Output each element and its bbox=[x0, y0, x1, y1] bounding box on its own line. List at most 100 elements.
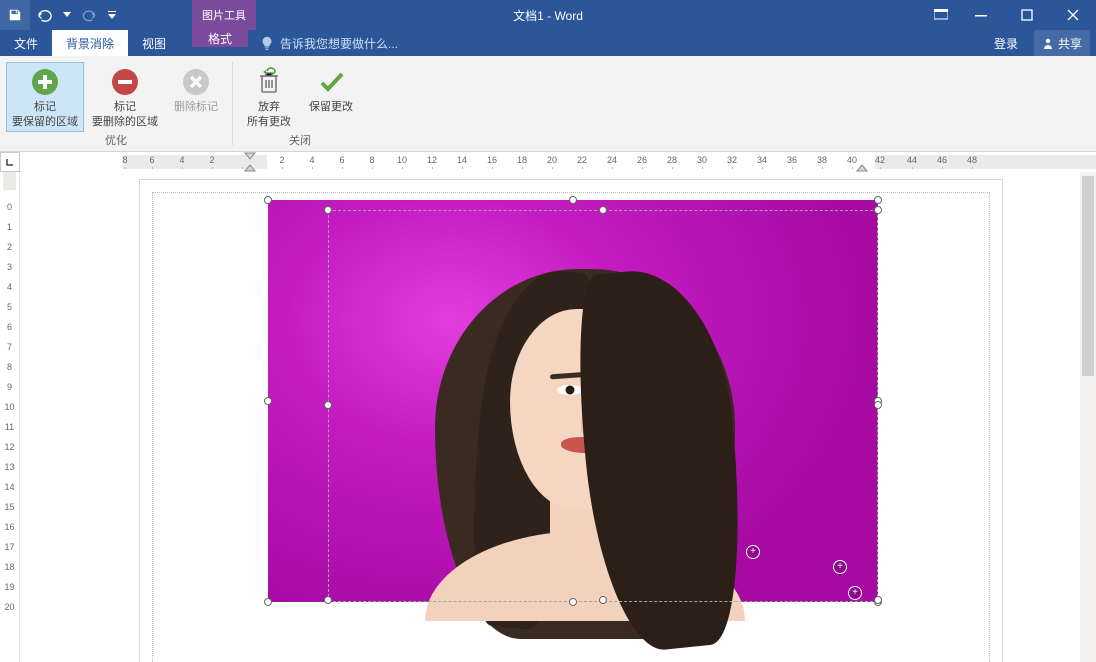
ribbon: 标记 要保留的区域 标记 要删除的区域 删除标记 优化 放弃 所有更改 bbox=[0, 56, 1096, 152]
group-label: 关闭 bbox=[289, 132, 311, 150]
ruler-tick: 19 bbox=[0, 582, 19, 594]
minimize-button[interactable] bbox=[958, 0, 1004, 30]
ruler-tick: 44 bbox=[904, 155, 920, 165]
tell-me-placeholder: 告诉我您想要做什么... bbox=[280, 35, 398, 52]
tab-format[interactable]: 格式 bbox=[192, 30, 248, 47]
ruler-tick: 8 bbox=[364, 155, 380, 165]
ruler-tick: 38 bbox=[814, 155, 830, 165]
selected-picture[interactable]: + + + bbox=[268, 200, 878, 602]
resize-handle[interactable] bbox=[569, 196, 577, 204]
first-line-indent[interactable] bbox=[244, 152, 256, 160]
person-icon bbox=[1042, 37, 1054, 49]
sign-in-button[interactable]: 登录 bbox=[988, 30, 1024, 56]
marquee-handle[interactable] bbox=[599, 596, 607, 604]
minus-circle-icon bbox=[109, 66, 141, 98]
marquee-handle[interactable] bbox=[324, 206, 332, 214]
ruler-tick: 36 bbox=[784, 155, 800, 165]
ruler-tick: 6 bbox=[334, 155, 350, 165]
button-label: 删除标记 bbox=[174, 101, 218, 114]
ruler-tick: 4 bbox=[304, 155, 320, 165]
ruler-tick: 4 bbox=[174, 155, 190, 165]
undo-button[interactable] bbox=[30, 0, 60, 30]
horizontal-ruler-row: 8 6 4 2 2 4 6 8 10 12 14 16 18 20 22 24 … bbox=[0, 152, 1096, 172]
tab-view[interactable]: 视图 bbox=[128, 30, 180, 56]
tell-me-search[interactable]: 告诉我您想要做什么... bbox=[260, 30, 398, 56]
ruler-tick: 34 bbox=[754, 155, 770, 165]
ruler-tick: 8 bbox=[117, 155, 133, 165]
marquee-handle[interactable] bbox=[874, 401, 882, 409]
resize-handle[interactable] bbox=[569, 598, 577, 606]
marquee-handle[interactable] bbox=[324, 401, 332, 409]
share-button[interactable]: 共享 bbox=[1034, 30, 1090, 56]
resize-handle[interactable] bbox=[264, 598, 272, 606]
document-area[interactable]: + + + bbox=[20, 172, 1096, 662]
ruler-tick: 18 bbox=[0, 562, 19, 574]
marquee-handle[interactable] bbox=[874, 206, 882, 214]
button-label: 标记 bbox=[34, 101, 56, 114]
tab-background-remove[interactable]: 背景消除 bbox=[52, 30, 128, 56]
delete-mark-button[interactable]: 删除标记 bbox=[166, 62, 226, 117]
ruler-tick: 30 bbox=[694, 155, 710, 165]
ruler-tick: 12 bbox=[0, 442, 19, 454]
tab-file[interactable]: 文件 bbox=[0, 30, 52, 56]
marquee-handle[interactable] bbox=[599, 206, 607, 214]
keep-mark[interactable]: + bbox=[746, 545, 760, 559]
tab-label: 背景消除 bbox=[66, 35, 114, 52]
scrollbar-thumb[interactable] bbox=[1082, 176, 1094, 376]
ruler-tick: 15 bbox=[0, 502, 19, 514]
contextual-tab-label: 图片工具 bbox=[192, 0, 256, 30]
redo-button[interactable] bbox=[74, 0, 104, 30]
button-label: 放弃 bbox=[258, 101, 280, 114]
ribbon-display-options[interactable] bbox=[924, 0, 958, 30]
ruler-tick: 24 bbox=[604, 155, 620, 165]
ruler-tick: 2 bbox=[204, 155, 220, 165]
tab-label: 格式 bbox=[208, 30, 232, 47]
close-icon bbox=[1067, 9, 1079, 21]
group-label: 优化 bbox=[105, 132, 127, 150]
tab-left-icon bbox=[6, 158, 14, 166]
hanging-indent[interactable] bbox=[244, 162, 256, 172]
check-icon bbox=[316, 67, 346, 97]
workspace: 0 1 2 3 4 5 6 7 8 9 10 11 12 13 14 15 16… bbox=[0, 172, 1096, 662]
close-button[interactable] bbox=[1050, 0, 1096, 30]
keep-mark[interactable]: + bbox=[833, 560, 847, 574]
share-label: 共享 bbox=[1058, 35, 1082, 52]
marquee-handle[interactable] bbox=[874, 596, 882, 604]
ruler-tick: 46 bbox=[934, 155, 950, 165]
discard-changes-button[interactable]: 放弃 所有更改 bbox=[239, 62, 299, 132]
button-label: 标记 bbox=[114, 101, 136, 114]
horizontal-ruler[interactable]: 8 6 4 2 2 4 6 8 10 12 14 16 18 20 22 24 … bbox=[22, 152, 1096, 172]
undo-icon bbox=[36, 8, 54, 22]
marquee-handle[interactable] bbox=[324, 596, 332, 604]
tab-label: 文件 bbox=[14, 35, 38, 52]
tab-selector[interactable] bbox=[0, 152, 20, 172]
maximize-button[interactable] bbox=[1004, 0, 1050, 30]
quick-access-toolbar bbox=[0, 0, 120, 30]
ruler-tick: 7 bbox=[0, 342, 19, 354]
save-icon bbox=[8, 8, 22, 22]
resize-handle[interactable] bbox=[264, 196, 272, 204]
ruler-tick: 6 bbox=[144, 155, 160, 165]
lightbulb-icon bbox=[260, 36, 274, 50]
keep-changes-button[interactable]: 保留更改 bbox=[301, 62, 361, 117]
vertical-ruler[interactable]: 0 1 2 3 4 5 6 7 8 9 10 11 12 13 14 15 16… bbox=[0, 172, 20, 662]
title-bar: 图片工具 文档1 - Word bbox=[0, 0, 1096, 30]
page: + + + bbox=[140, 180, 1002, 662]
button-label: 要删除的区域 bbox=[92, 116, 158, 129]
delete-circle-icon bbox=[180, 66, 212, 98]
mark-remove-button[interactable]: 标记 要删除的区域 bbox=[86, 62, 164, 132]
resize-handle[interactable] bbox=[874, 196, 882, 204]
resize-handle[interactable] bbox=[264, 397, 272, 405]
undo-dropdown[interactable] bbox=[60, 0, 74, 30]
right-indent[interactable] bbox=[856, 162, 868, 172]
keep-mark[interactable]: + bbox=[848, 586, 862, 600]
qat-customize[interactable] bbox=[104, 0, 120, 30]
ruler-tick: 26 bbox=[634, 155, 650, 165]
mark-keep-button[interactable]: 标记 要保留的区域 bbox=[6, 62, 84, 132]
ruler-tick: 14 bbox=[454, 155, 470, 165]
save-button[interactable] bbox=[0, 0, 30, 30]
vertical-scrollbar[interactable] bbox=[1080, 172, 1096, 662]
ruler-tick: 48 bbox=[964, 155, 980, 165]
account-area: 登录 共享 bbox=[988, 30, 1090, 56]
ruler-tick: 3 bbox=[0, 262, 19, 274]
